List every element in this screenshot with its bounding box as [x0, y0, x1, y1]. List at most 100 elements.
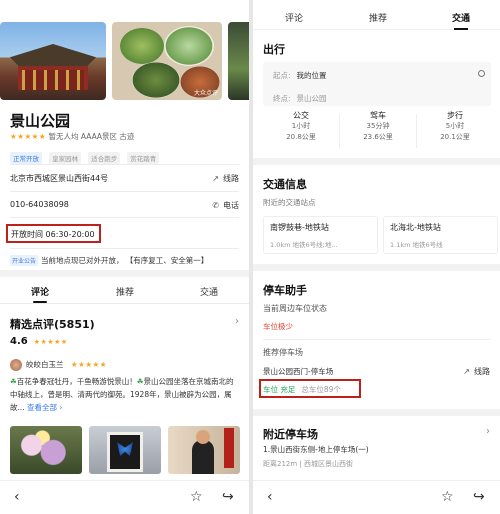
parking-status-label: 当前周边车位状态 — [263, 304, 327, 313]
share-icon[interactable]: ↪ — [222, 489, 234, 505]
tab-recommend[interactable]: 推荐 — [116, 285, 134, 298]
nearby-area: 西城区景山西街 — [304, 460, 353, 468]
review-text[interactable]: ☘百花争春冠牡丹，千鱼畅游悦景山！☘景山公园坐落在京城南北的中轴线上，曾是明、清… — [10, 375, 240, 414]
tab-bar: 评论 推荐 交通 — [253, 0, 500, 30]
divider — [0, 303, 249, 304]
back-icon[interactable]: ‹ — [14, 489, 20, 505]
share-icon[interactable]: ↪ — [473, 489, 485, 505]
poi-tag: 适合跑步 — [88, 152, 121, 164]
station-card[interactable]: 南锣鼓巷-地铁站 1.0km 地铁6号线;地... — [263, 216, 378, 254]
parking-status-value: 车位极少 — [263, 322, 293, 331]
route-button[interactable]: ↗ 线路 — [212, 173, 239, 184]
poi-title: 景山公园 — [10, 112, 71, 130]
destination-label: 终点: — [273, 94, 291, 103]
review-photo-butterfly[interactable] — [89, 426, 161, 474]
food-plate — [120, 28, 164, 64]
business-notice[interactable]: 开业公告 当前地点现已对外开放， 【有序复工、安全第一】 — [10, 255, 208, 266]
photo-partial[interactable] — [228, 22, 249, 100]
view-all-link[interactable]: 查看全部 › — [27, 403, 62, 412]
mode-bus[interactable]: 公交 1小时 20.8公里 — [263, 110, 339, 143]
pavilion-columns — [22, 70, 84, 90]
section-gap — [253, 409, 500, 416]
score-stars: ★★★★★ — [33, 338, 68, 346]
nearby-parking-meta: 距离212m | 西城区景山西街 — [263, 460, 353, 468]
origin-label: 起点: — [273, 71, 291, 80]
transit-title: 交通信息 — [263, 178, 307, 191]
mode-distance: 23.6公里 — [363, 133, 393, 141]
route-destination[interactable]: 终点: 景山公园 — [273, 93, 327, 104]
bottom-bar: ‹ ☆ ↪ — [253, 480, 500, 514]
opening-hours: 开放时间 06:30-20:00 — [6, 224, 101, 243]
section-gap — [253, 158, 500, 165]
mode-time: 1小时 — [291, 122, 311, 130]
phone-number[interactable]: 010-64038098 — [10, 200, 69, 209]
route-icon: ↗ — [463, 367, 470, 376]
photo-watermark: 大众点评 — [193, 90, 218, 97]
station-name: 北海北-地铁站 — [390, 223, 441, 232]
route-origin[interactable]: 起点: 我的位置 — [273, 70, 327, 81]
photo-frame — [107, 432, 143, 472]
chevron-right-icon[interactable]: › — [486, 426, 490, 437]
location-icon[interactable] — [478, 70, 485, 77]
parking-lot-name[interactable]: 景山公园西门-停车场 — [263, 366, 333, 377]
reviewer-name: 皎皎白玉兰 — [26, 360, 64, 369]
mode-drive[interactable]: 驾车 35分钟 23.6公里 — [340, 110, 416, 143]
notice-extra: 【有序复工、安全第一】 — [129, 256, 209, 265]
tab-transport[interactable]: 交通 — [452, 11, 470, 30]
mode-walk[interactable]: 步行 5小时 20.1公里 — [417, 110, 493, 143]
divider — [10, 164, 239, 165]
station-meta: 1.0km 地铁6号线;地... — [270, 239, 371, 249]
station-lines: 地铁6号线;地... — [292, 241, 338, 249]
star-icon[interactable]: ☆ — [190, 489, 203, 505]
call-button[interactable]: ✆ 电话 — [212, 200, 239, 211]
divider — [10, 248, 239, 249]
tab-bar: 评论 推荐 交通 — [0, 280, 249, 304]
call-label: 电话 — [223, 201, 239, 210]
address-text[interactable]: 北京市西城区景山西街44号 — [10, 173, 108, 184]
rating-stars: ★★★★★ — [10, 132, 47, 141]
station-meta: 1.1km 地铁6号线 — [390, 239, 491, 249]
bottom-bar: ‹ ☆ ↪ — [0, 480, 249, 514]
section-gap — [253, 264, 500, 271]
tab-transport[interactable]: 交通 — [200, 285, 218, 298]
travel-title: 出行 — [263, 43, 285, 56]
travel-modes: 公交 1小时 20.8公里 驾车 35分钟 23.6公里 步行 5小时 20.1… — [263, 110, 491, 152]
tab-reviews[interactable]: 评论 — [285, 11, 303, 24]
route-icon: ↗ — [212, 174, 219, 183]
nearby-parking-item[interactable]: 1.景山西街东侧-地上停车场(一) — [263, 444, 369, 455]
star-icon[interactable]: ☆ — [441, 489, 454, 505]
lamp-shape — [224, 428, 234, 468]
photo-pavilion[interactable] — [0, 22, 106, 100]
notice-badge: 开业公告 — [10, 255, 39, 266]
station-distance: 1.0km — [270, 241, 291, 249]
mode-name: 驾车 — [370, 111, 386, 120]
reviewer-stars: ★★★★★ — [70, 360, 108, 369]
parking-route-button[interactable]: ↗ 线路 — [463, 366, 490, 377]
section-gap — [0, 270, 249, 277]
nearby-parking-title[interactable]: 附近停车场 — [263, 426, 318, 442]
tab-reviews[interactable]: 评论 — [31, 285, 49, 303]
poi-tag: 皇家园林 — [49, 152, 82, 164]
transport-panel: 评论 推荐 交通 出行 起点: 我的位置 终点: 景山公园 公交 1小时 20.8公… — [253, 0, 500, 514]
avatar[interactable] — [10, 359, 22, 371]
mode-time: 35分钟 — [366, 122, 390, 130]
score-value: 4.6 — [10, 336, 28, 347]
tab-recommend[interactable]: 推荐 — [369, 11, 387, 24]
reviews-title[interactable]: 精选点评(5851) — [10, 316, 95, 332]
poi-tag: 赏花踏青 — [127, 152, 160, 164]
review-photo-person[interactable] — [168, 426, 240, 474]
back-icon[interactable]: ‹ — [267, 489, 273, 505]
review-photos — [10, 426, 249, 474]
reviewer-row[interactable]: 皎皎白玉兰 ★★★★★ — [10, 359, 107, 371]
photo-food[interactable]: 大众点评 — [112, 22, 222, 100]
divider — [10, 217, 239, 218]
review-score: 4.6 ★★★★★ — [10, 336, 68, 347]
rating-text: 暂无人均 AAAA景区 古迹 — [48, 132, 135, 141]
mode-distance: 20.1公里 — [440, 133, 470, 141]
recommended-parking-label: 推荐停车场 — [263, 348, 303, 357]
photo-carousel[interactable]: 大众点评 — [0, 22, 249, 100]
chevron-right-icon[interactable]: › — [235, 316, 239, 327]
divider — [10, 191, 239, 192]
review-photo-flowers[interactable] — [10, 426, 82, 474]
station-card[interactable]: 北海北-地铁站 1.1km 地铁6号线 — [383, 216, 498, 254]
